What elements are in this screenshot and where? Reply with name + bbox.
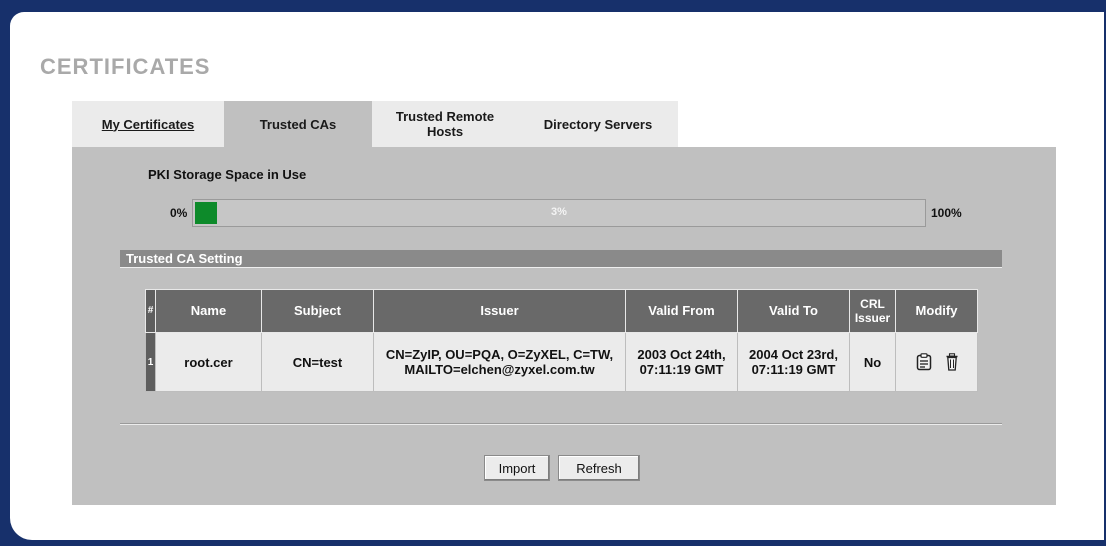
progress-max-label: 100% <box>931 206 962 220</box>
table-header-row: # Name Subject Issuer Valid From Valid T… <box>145 289 978 333</box>
header-valid-to: Valid To <box>737 289 850 333</box>
progress-min-label: 0% <box>170 206 188 220</box>
pki-storage-label: PKI Storage Space in Use <box>148 167 307 182</box>
refresh-button[interactable]: Refresh <box>558 455 640 481</box>
cell-crl-issuer: No <box>849 332 896 392</box>
header-number: # <box>145 289 156 333</box>
cell-name: root.cer <box>155 332 262 392</box>
cell-modify <box>895 332 978 392</box>
divider <box>120 423 1002 425</box>
cell-issuer: CN=ZyIP, OU=PQA, O=ZyXEL, C=TW, MAILTO=e… <box>373 332 626 392</box>
tab-trusted-cas[interactable]: Trusted CAs <box>224 101 372 147</box>
tab-my-certificates[interactable]: My Certificates <box>72 101 224 147</box>
section-header: Trusted CA Setting <box>120 250 1002 268</box>
delete-icon[interactable] <box>946 353 958 371</box>
cell-subject: CN=test <box>261 332 374 392</box>
cell-number: 1 <box>145 332 156 392</box>
header-subject: Subject <box>261 289 374 333</box>
cell-valid-to: 2004 Oct 23rd, 07:11:19 GMT <box>737 332 850 392</box>
table-row: 1 root.cer CN=test CN=ZyIP, OU=PQA, O=Zy… <box>145 332 978 392</box>
page-title: CERTIFICATES <box>40 54 211 79</box>
header-crl-issuer: CRL Issuer <box>849 289 896 333</box>
pki-storage-progress-bar: 3% <box>192 199 926 227</box>
header-valid-from: Valid From <box>625 289 738 333</box>
header-name: Name <box>155 289 262 333</box>
cell-valid-from: 2003 Oct 24th, 07:11:19 GMT <box>625 332 738 392</box>
trusted-ca-table: # Name Subject Issuer Valid From Valid T… <box>145 289 978 392</box>
header-issuer: Issuer <box>373 289 626 333</box>
header-modify: Modify <box>895 289 978 333</box>
progress-value: 3% <box>551 206 567 218</box>
tab-directory-servers[interactable]: Directory Servers <box>518 101 678 147</box>
tab-trusted-remote-hosts[interactable]: Trusted Remote Hosts <box>372 101 518 147</box>
edit-icon[interactable] <box>916 353 932 371</box>
import-button[interactable]: Import <box>484 455 550 481</box>
section-title: Trusted CA Setting <box>126 251 243 266</box>
